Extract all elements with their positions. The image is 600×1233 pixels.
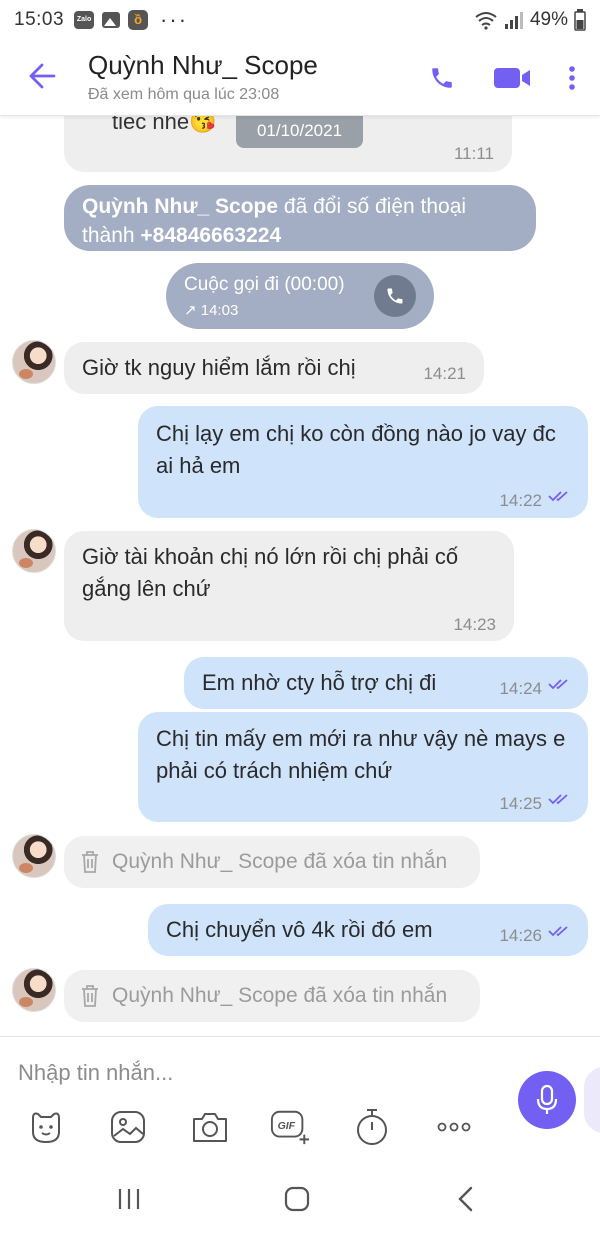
system-navigation-bar [0, 1166, 600, 1233]
chevron-left-icon [458, 1186, 473, 1212]
contact-name[interactable]: Quỳnh Như_ Scope [88, 50, 318, 81]
message-text: Em nhờ cty hỗ trợ chị đi [202, 670, 437, 695]
video-message-button[interactable] [584, 1067, 600, 1133]
status-bar: 15:03 Zalo ồ ··· 49% [0, 0, 600, 40]
call-log-item[interactable]: Cuộc gọi đi (00:00) ↗ 14:03 [166, 263, 434, 329]
image-icon [111, 1111, 145, 1143]
date-separator: 01/10/2021 [236, 116, 363, 148]
trash-icon [82, 851, 98, 873]
app-notification-icon: ồ [128, 10, 149, 30]
message-bubble-incoming[interactable]: Giờ tk nguy hiểm lắm rồi chị 14:21 [64, 342, 484, 394]
message-bubble-outgoing[interactable]: Chị lạy em chị ko còn đồng nào jo vay đc… [138, 406, 588, 518]
system-notice-number-change: Quỳnh Như_ Scope đã đổi số điện thoại th… [64, 185, 536, 251]
more-horizontal-icon [437, 1122, 471, 1132]
deleted-message: Quỳnh Như_ Scope đã xóa tin nhắn [64, 836, 480, 888]
message-input[interactable] [18, 1053, 488, 1093]
notice-phone-number[interactable]: +84846663224 [140, 224, 281, 247]
microphone-icon [536, 1084, 558, 1114]
gallery-button[interactable] [108, 1107, 148, 1147]
message-time: 14:24 [499, 679, 542, 698]
outgoing-arrow-icon: ↗ [184, 302, 197, 319]
chat-header: Quỳnh Như_ Scope Đã xem hôm qua lúc 23:0… [0, 40, 600, 116]
more-options-button[interactable] [552, 58, 592, 98]
call-time-row: ↗ 14:03 [184, 301, 238, 319]
signal-icon [504, 12, 523, 29]
battery-icon [574, 9, 586, 31]
gif-icon: GIF [270, 1110, 310, 1145]
deleted-message-text: Quỳnh Như_ Scope đã xóa tin nhắn [112, 984, 448, 1007]
more-tools-button[interactable] [434, 1107, 474, 1147]
call-time: 14:03 [200, 302, 239, 319]
message-text: Giờ tài khoản chị nó lớn rồi chị phải cố… [82, 544, 459, 601]
timer-icon [357, 1109, 387, 1145]
contact-avatar[interactable] [12, 340, 56, 384]
call-back-button[interactable] [374, 275, 416, 317]
vertical-dots-icon [569, 66, 575, 90]
message-composer: GIF [0, 1036, 600, 1166]
status-time: 15:03 [14, 9, 65, 30]
message-text: tiec nhe😘 [112, 116, 217, 134]
camera-button[interactable] [190, 1107, 230, 1147]
back-arrow-icon [29, 63, 56, 89]
gif-button[interactable]: GIF [270, 1107, 310, 1147]
gallery-notification-icon [102, 12, 121, 28]
message-text: Giờ tk nguy hiểm lắm rồi chị [82, 355, 356, 380]
phone-icon [432, 68, 452, 88]
recent-apps-button[interactable] [114, 1184, 144, 1214]
voice-call-button[interactable] [422, 58, 462, 98]
home-icon [284, 1186, 310, 1212]
read-receipt-icon [548, 794, 568, 805]
back-button[interactable] [24, 58, 60, 94]
wifi-icon [475, 12, 497, 30]
read-receipt-icon [548, 679, 568, 690]
sticker-button[interactable] [26, 1107, 66, 1147]
message-time: 14:23 [453, 615, 496, 634]
svg-text:GIF: GIF [278, 1121, 296, 1132]
notice-contact-name: Quỳnh Như_ Scope [82, 195, 279, 218]
message-text: Chị lạy em chị ko còn đồng nào jo vay đc… [156, 421, 556, 478]
message-bubble-outgoing[interactable]: Em nhờ cty hỗ trợ chị đi 14:24 [184, 657, 588, 709]
home-button[interactable] [282, 1184, 312, 1214]
message-text: Chị chuyển vô 4k rồi đó em [166, 917, 433, 942]
more-notifications-icon: ··· [160, 7, 189, 32]
phone-icon [387, 288, 403, 304]
message-time: 11:11 [453, 144, 494, 163]
call-label: Cuộc gọi đi (00:00) [184, 274, 345, 295]
video-camera-icon [494, 68, 530, 88]
trash-icon [82, 985, 98, 1007]
message-bubble-outgoing[interactable]: Chị tin mấy em mới ra như vậy nè mays e … [138, 712, 588, 822]
read-receipt-icon [548, 926, 568, 937]
contact-last-seen: Đã xem hôm qua lúc 23:08 [88, 86, 280, 103]
sticker-icon [32, 1112, 60, 1144]
video-call-button[interactable] [492, 58, 532, 98]
contact-avatar[interactable] [12, 968, 56, 1012]
message-bubble-incoming[interactable]: Giờ tài khoản chị nó lớn rồi chị phải cố… [64, 531, 514, 641]
message-time: 14:22 [499, 491, 542, 510]
deleted-message-text: Quỳnh Như_ Scope đã xóa tin nhắn [112, 850, 448, 873]
contact-avatar[interactable] [12, 529, 56, 573]
recents-icon [118, 1189, 140, 1209]
message-text: Chị tin mấy em mới ra như vậy nè mays e … [156, 726, 566, 783]
message-time: 14:25 [499, 794, 542, 813]
contact-avatar[interactable] [12, 834, 56, 878]
message-bubble-outgoing[interactable]: Chị chuyển vô 4k rồi đó em 14:26 [148, 904, 588, 956]
message-time: 14:26 [499, 926, 542, 945]
voice-message-button[interactable] [518, 1071, 576, 1129]
chat-screen: 15:03 Zalo ồ ··· 49% Quỳnh Như_ Scope Đã… [0, 0, 600, 1233]
read-receipt-icon [548, 491, 568, 502]
camera-icon [193, 1113, 227, 1142]
status-right: 49% [474, 9, 586, 31]
zalo-icon: Zalo [74, 11, 95, 29]
message-time: 14:21 [423, 364, 466, 383]
battery-percent: 49% [529, 9, 568, 30]
deleted-message: Quỳnh Như_ Scope đã xóa tin nhắn [64, 970, 480, 1022]
message-list[interactable]: tiec nhe😘 11:11 01/10/2021 Quỳnh Như_ Sc… [0, 116, 600, 1036]
system-back-button[interactable] [450, 1184, 480, 1214]
timer-button[interactable] [352, 1107, 392, 1147]
